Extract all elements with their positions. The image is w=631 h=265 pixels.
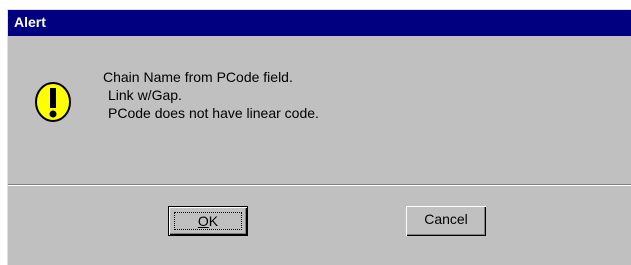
message-line: Chain Name from PCode field. — [103, 69, 293, 85]
message-text: Chain Name from PCode field. Link w/Gap.… — [103, 68, 319, 122]
message-line: Link w/Gap. — [108, 87, 182, 103]
window-title: Alert — [14, 14, 46, 30]
separator — [8, 184, 631, 186]
title-bar[interactable]: Alert — [8, 10, 631, 36]
warning-exclamation-icon — [34, 80, 74, 126]
cancel-label: Cancel — [424, 211, 468, 227]
ok-label: K — [208, 213, 219, 229]
alert-dialog: Alert Chain Name from PCode field. Link … — [7, 9, 631, 265]
message-line: PCode does not have linear code. — [108, 105, 319, 121]
cancel-button[interactable]: Cancel — [406, 206, 486, 236]
ok-button[interactable]: OK — [168, 206, 248, 236]
ok-mnemonic: O — [197, 213, 209, 229]
focus-rectangle: OK — [174, 212, 242, 230]
